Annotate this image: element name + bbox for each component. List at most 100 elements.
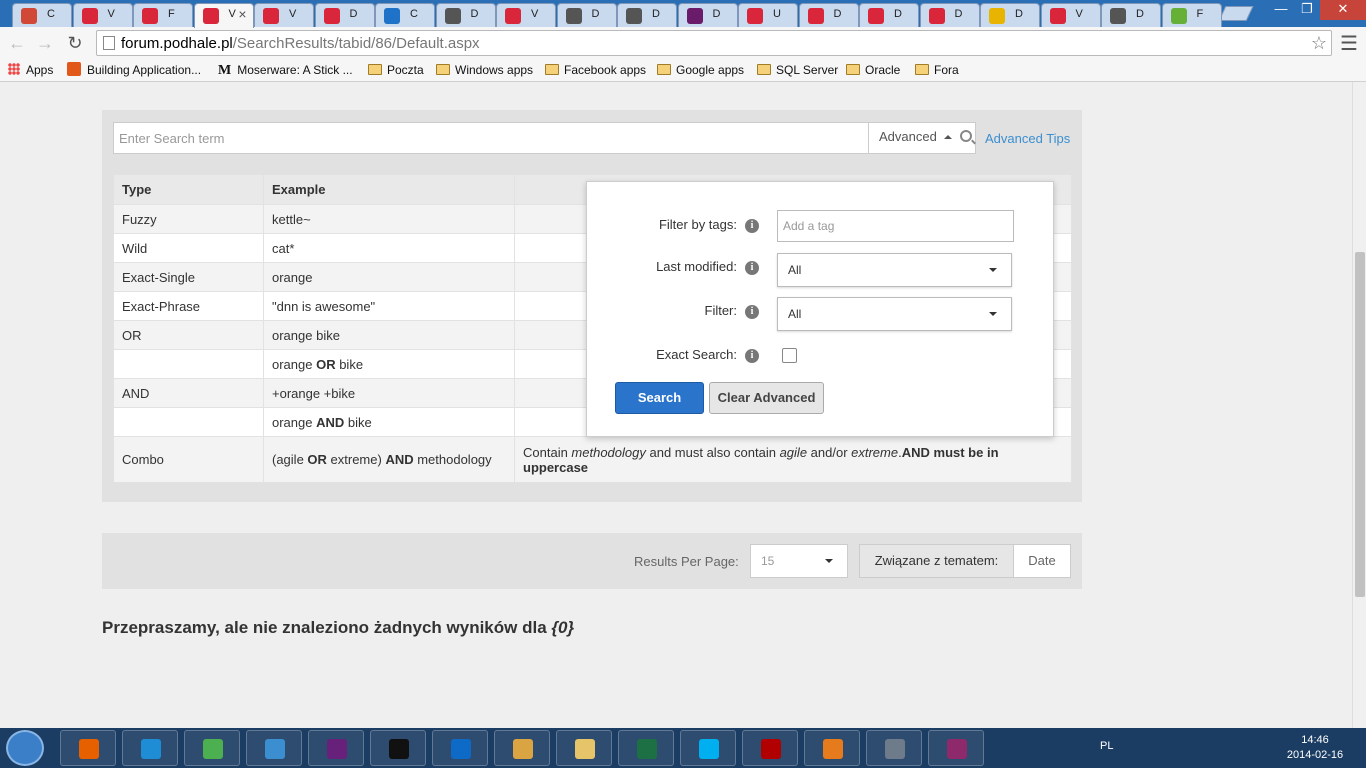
folder-icon	[545, 64, 559, 75]
bookmark-star-icon[interactable]: ☆	[1311, 33, 1327, 54]
taskbar-app-chrome[interactable]	[184, 730, 240, 766]
close-window-button[interactable]: ✕	[1320, 0, 1366, 20]
taskbar-app-calculator[interactable]	[866, 730, 922, 766]
filter-select[interactable]: All	[777, 297, 1012, 331]
search-input[interactable]	[114, 123, 868, 153]
scrollbar-thumb[interactable]	[1355, 252, 1365, 597]
folder-icon	[436, 64, 450, 75]
tip-example-cell: orange OR bike	[263, 349, 515, 379]
exact-search-checkbox[interactable]	[782, 348, 797, 363]
bookmark-label: Oracle	[865, 63, 901, 77]
bookmark-item[interactable]: Windows apps	[436, 62, 533, 80]
info-icon[interactable]: i	[745, 305, 759, 319]
browser-tab[interactable]: D	[1101, 3, 1161, 27]
taskbar-app-visual-studio[interactable]	[308, 730, 364, 766]
language-indicator[interactable]: PL	[1100, 740, 1113, 752]
bookmark-label: Windows apps	[455, 63, 534, 77]
tab-favicon-icon	[928, 8, 945, 24]
bookmark-item[interactable]: Google apps	[657, 62, 744, 80]
info-icon[interactable]: i	[745, 349, 759, 363]
taskbar-app-paint[interactable]	[494, 730, 550, 766]
taskbar-app-excel[interactable]	[618, 730, 674, 766]
browser-tab[interactable]: D	[859, 3, 919, 27]
browser-tab[interactable]: D	[435, 3, 496, 27]
safari-icon	[265, 739, 285, 759]
taskbar-app-winrar[interactable]	[928, 730, 984, 766]
browser-tab[interactable]: U	[738, 3, 798, 27]
browser-tab[interactable]: C	[375, 3, 435, 27]
tab-favicon-icon	[384, 8, 400, 24]
tag-input[interactable]	[777, 210, 1014, 242]
browser-tab[interactable]: D	[677, 3, 738, 27]
info-icon[interactable]: i	[745, 261, 759, 275]
browser-tab[interactable]: D	[556, 3, 617, 27]
start-button[interactable]	[6, 730, 44, 766]
bookmark-item[interactable]: Oracle	[846, 62, 900, 80]
browser-tab[interactable]: V	[496, 3, 556, 27]
minimize-button[interactable]: —	[1268, 0, 1294, 20]
browser-tab[interactable]: D	[314, 3, 375, 27]
last-modified-select[interactable]: All	[777, 253, 1012, 287]
browser-tab[interactable]: V	[72, 3, 133, 27]
table-row: Combo (agile OR extreme) AND methodology C…	[113, 436, 1072, 483]
tip-type-cell: Exact-Phrase	[113, 291, 264, 321]
bookmark-item[interactable]: Poczta	[368, 62, 424, 80]
folder-icon	[368, 64, 382, 75]
clock-date: 2014-02-16	[1286, 749, 1344, 761]
bookmark-item[interactable]: SQL Server	[757, 62, 838, 80]
bookmark-label: Moserware: A Stick ...	[237, 63, 353, 77]
taskbar-app-skype[interactable]	[680, 730, 736, 766]
browser-tab[interactable]: D	[798, 3, 859, 27]
browser-tab[interactable]: D	[980, 3, 1040, 27]
tab-favicon-icon	[626, 8, 642, 24]
taskbar-app-media-player[interactable]	[804, 730, 860, 766]
browser-tab[interactable]: V	[254, 3, 314, 27]
bookmark-item[interactable]: Fora	[915, 62, 959, 80]
taskbar-app-internet-explorer[interactable]	[122, 730, 178, 766]
search-button[interactable]: Search	[615, 382, 704, 414]
browser-tab[interactable]: D	[919, 3, 980, 27]
back-button[interactable]: ←	[6, 32, 28, 54]
chrome-menu-icon[interactable]: ☰	[1340, 31, 1358, 56]
taskbar-app-firefox[interactable]	[60, 730, 116, 766]
browser-tab[interactable]: F	[1161, 3, 1222, 27]
clear-advanced-button[interactable]: Clear Advanced	[709, 382, 824, 414]
tab-title: D	[954, 8, 963, 20]
advanced-toggle-button[interactable]: Advanced	[868, 123, 955, 153]
browser-tab[interactable]: V ×	[193, 3, 254, 28]
taskbar-app-command-prompt[interactable]	[370, 730, 426, 766]
address-bar[interactable]: forum.podhale.pl/SearchResults/tabid/86/…	[96, 30, 1332, 56]
search-icon[interactable]	[960, 130, 972, 142]
close-tab-icon[interactable]: ×	[238, 6, 246, 22]
taskbar-app-filezilla[interactable]	[742, 730, 798, 766]
info-icon[interactable]: i	[745, 219, 759, 233]
search-box: Advanced	[113, 122, 976, 154]
tab-title: D	[833, 8, 842, 20]
results-per-page-select[interactable]: 15	[750, 544, 848, 578]
tab-title: D	[591, 8, 600, 20]
browser-tab[interactable]: D	[617, 3, 677, 27]
taskbar-app-explorer[interactable]	[556, 730, 612, 766]
taskbar-app-safari[interactable]	[246, 730, 302, 766]
bookmark-item[interactable]: Facebook apps	[545, 62, 646, 80]
browser-tab[interactable]: V	[1040, 3, 1101, 27]
tip-type-cell: Exact-Single	[113, 262, 264, 292]
sort-relevance-button[interactable]: Związane z tematem:	[859, 544, 1014, 578]
tip-example-cell: "dnn is awesome"	[263, 291, 515, 321]
reload-button[interactable]: ↻	[64, 32, 86, 54]
advanced-tips-link[interactable]: Advanced Tips	[985, 131, 1070, 146]
tab-title: D	[1136, 8, 1144, 20]
bookmark-item[interactable]: Apps	[8, 62, 53, 80]
taskbar-app-teamviewer[interactable]	[432, 730, 488, 766]
forward-button[interactable]: →	[34, 32, 56, 54]
restore-button[interactable]: ❐	[1294, 0, 1320, 20]
tab-favicon-icon	[686, 8, 703, 24]
clock[interactable]: 14:46 2014-02-16	[1280, 733, 1350, 763]
page-scrollbar[interactable]	[1352, 82, 1366, 728]
browser-toolbar: ← → ↻ forum.podhale.pl/SearchResults/tab…	[0, 27, 1366, 59]
browser-tab[interactable]: F	[133, 3, 193, 27]
bookmark-item[interactable]: M Moserware: A Stick ...	[218, 62, 353, 80]
sort-date-button[interactable]: Date	[1013, 544, 1071, 578]
browser-tab[interactable]: C	[12, 3, 72, 27]
bookmark-item[interactable]: Building Application...	[67, 62, 201, 80]
